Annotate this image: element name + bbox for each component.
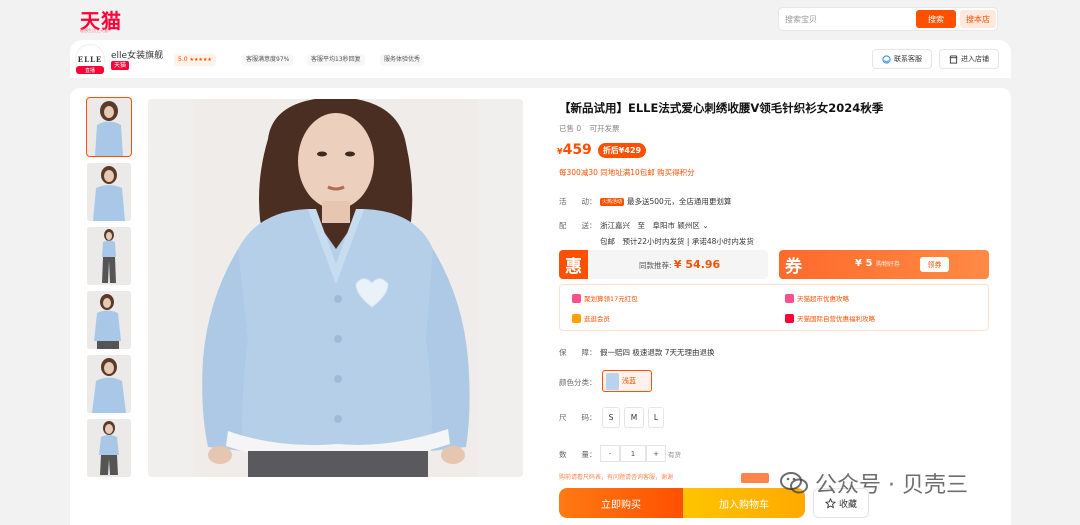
discount-icon: 惠 xyxy=(559,250,588,279)
product-title: 【新品试用】ELLE法式爱心刺绣收腰V领毛针织衫女2024秋季 xyxy=(559,101,884,115)
size-label: 尺 码： xyxy=(559,413,597,422)
headset-icon xyxy=(882,54,891,64)
guarantee-text: 假一赔四 极速退款 7天无理由退换 xyxy=(600,348,715,357)
top-bar: 天猫 理想生活上天猫 搜索 搜本店 xyxy=(0,0,1080,40)
store-bar: ELLE 直播 elle女装旗舰 天猫 5.0 ★★★★★ 客服满意度97% 客… xyxy=(70,40,1011,78)
thumbnail[interactable] xyxy=(87,163,131,221)
sold-count: 已售 0 可开发票 xyxy=(559,123,620,134)
star-icon: ★★★★★ xyxy=(189,57,212,63)
enter-store-label: 进入店铺 xyxy=(961,55,989,63)
shopping-coupon[interactable]: 券 ¥ 5 购物好券 领券 xyxy=(779,250,989,279)
color-label: 颜色分类： xyxy=(559,378,597,387)
similar-recommend-price: ¥ 54.96 xyxy=(673,258,721,271)
coupon-icon: 券 xyxy=(785,257,802,277)
shipping-label: 配 送： xyxy=(559,221,597,230)
coupon-amount: ¥ 5 购物好券 xyxy=(855,258,900,269)
guarantee-label: 保 障： xyxy=(559,348,597,357)
search-box: 搜索 搜本店 xyxy=(778,7,998,31)
benefit-item[interactable]: 天猫超市优惠攻略 xyxy=(785,293,849,303)
gift-icon xyxy=(785,293,794,303)
chip-response-time: 客服平均13秒回复 xyxy=(307,54,365,66)
watermark: 公众号 · 贝壳三 xyxy=(779,466,968,500)
benefit-item[interactable]: 天猫国际自营优惠福利攻略 xyxy=(785,313,875,323)
price-value: 459 xyxy=(562,142,592,158)
activity-tag: 火热活动 xyxy=(600,198,625,206)
invoice-text: 可开发票 xyxy=(589,124,620,133)
thumbnail[interactable] xyxy=(87,227,131,285)
benefit-label: 天猫国际自营优惠福利攻略 xyxy=(797,315,875,323)
gift-icon xyxy=(572,293,581,303)
notice-text: 购前请看尺码表，有问题请咨询客服，谢谢 xyxy=(559,474,674,481)
color-swatch xyxy=(606,372,619,390)
store-name[interactable]: elle女装旗舰 xyxy=(111,48,163,61)
price-after-discount: 折后¥429 xyxy=(597,142,647,158)
live-badge[interactable]: 直播 xyxy=(76,66,104,74)
similar-recommend-label: 同款推荐: xyxy=(639,261,674,270)
coupon-amount-label: 购物好券 xyxy=(875,261,900,268)
benefit-item[interactable]: 聚划算领17元红包 xyxy=(572,293,638,303)
watermark-text: 公众号 · 贝壳三 xyxy=(815,473,968,498)
quantity-input[interactable]: 1 xyxy=(620,445,646,462)
search-input[interactable] xyxy=(779,8,915,30)
shipping-time: 包邮 预计22小时内发货 | 承诺48小时内发货 xyxy=(600,237,754,246)
benefit-label: 聚划算领17元红包 xyxy=(584,295,638,303)
enter-store-button[interactable]: 进入店铺 xyxy=(939,49,999,69)
price: ¥459 xyxy=(557,142,592,158)
thumbnail[interactable] xyxy=(87,355,131,413)
size-option-s[interactable]: S xyxy=(602,407,620,428)
gift-icon xyxy=(785,313,794,323)
thumbnail[interactable] xyxy=(87,419,131,477)
buy-now-button[interactable]: 立即购买 xyxy=(559,488,683,518)
similar-recommend-coupon[interactable]: 惠 同款推荐: ¥ 54.96 xyxy=(559,250,768,279)
color-option-label: 浅蓝 xyxy=(622,377,636,385)
benefit-label: 逛逛会员 xyxy=(584,315,610,323)
contact-service-label: 联系客服 xyxy=(894,55,922,63)
benefit-item[interactable]: 逛逛会员 xyxy=(572,313,610,323)
member-icon xyxy=(572,313,581,323)
chip-service: 服务体验优秀 xyxy=(380,54,425,66)
main-product-image[interactable] xyxy=(148,99,523,477)
contact-service-button[interactable]: 联系客服 xyxy=(872,49,932,69)
tmall-logo-slogan: 理想生活上天猫 xyxy=(80,28,108,33)
benefits-box xyxy=(559,284,989,331)
store-rating: 5.0 ★★★★★ xyxy=(174,54,216,66)
size-option-m[interactable]: M xyxy=(624,407,644,428)
sold-text: 已售 0 xyxy=(559,124,582,133)
store-search-button[interactable]: 搜本店 xyxy=(960,10,996,28)
tmall-tag: 天猫 xyxy=(111,61,130,70)
thumbnail[interactable] xyxy=(87,291,131,349)
quantity-decrease-button[interactable]: - xyxy=(600,445,620,462)
activity-label: 活 动： xyxy=(559,197,597,206)
benefit-label: 天猫超市优惠攻略 xyxy=(797,295,849,303)
color-option-light-blue[interactable]: 浅蓝 xyxy=(602,370,652,392)
thumbnail[interactable] xyxy=(86,97,132,157)
promo-line: 每300减30 同地址满10包邮 购买得积分 xyxy=(559,168,695,177)
price-row: ¥459 折后¥429 xyxy=(557,140,647,160)
notice-button[interactable] xyxy=(741,473,769,483)
quantity-label: 数 量： xyxy=(559,450,597,459)
quantity-stepper: - 1 + xyxy=(600,445,666,462)
activity-text: 最多送500元，全店通用更划算 xyxy=(627,197,732,206)
search-button[interactable]: 搜索 xyxy=(916,10,956,28)
quantity-increase-button[interactable]: + xyxy=(646,445,666,462)
store-icon xyxy=(949,54,958,64)
coupon-amount-value: ¥ 5 xyxy=(855,258,873,269)
size-option-l[interactable]: L xyxy=(648,407,664,428)
rating-value: 5.0 xyxy=(178,56,188,63)
wechat-icon xyxy=(779,470,809,496)
shipping-location[interactable]: 浙江嘉兴 至 阜阳市 颍州区 ⌄ xyxy=(600,220,709,231)
chip-satisfaction: 客服满意度97% xyxy=(242,54,294,66)
stock-status: 有货 xyxy=(668,451,681,459)
activity-value[interactable]: 火热活动 最多送500元，全店通用更划算 xyxy=(600,196,731,207)
get-coupon-button[interactable]: 领券 xyxy=(920,257,949,272)
similar-recommend-text: 同款推荐: ¥ 54.96 xyxy=(639,258,720,271)
